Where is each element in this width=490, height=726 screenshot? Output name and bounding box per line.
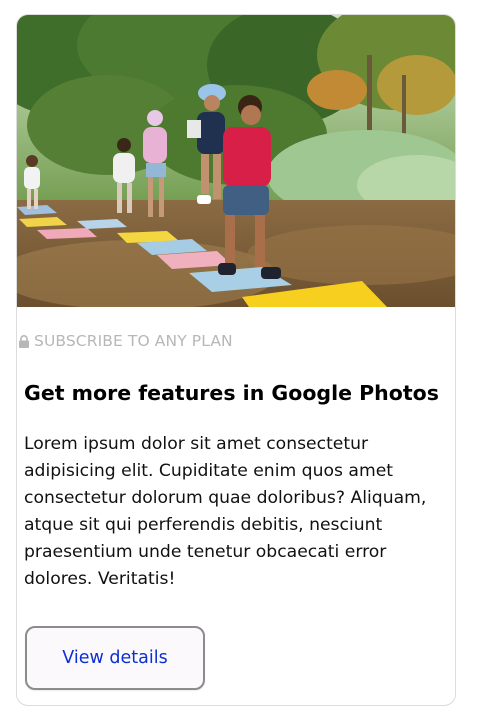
subscribe-eyebrow: SUBSCRIBE TO ANY PLAN: [18, 331, 233, 351]
hero-image-children-hopscotch: [17, 15, 455, 307]
card-description: Lorem ipsum dolor sit amet consectetur a…: [24, 434, 427, 589]
subscribe-eyebrow-label: SUBSCRIBE TO ANY PLAN: [34, 332, 233, 350]
lock-icon: [19, 334, 29, 348]
card-title: Get more features in Google Photos: [24, 381, 439, 405]
feature-card: SUBSCRIBE TO ANY PLAN Get more features …: [16, 14, 456, 706]
view-details-button[interactable]: View details: [25, 626, 205, 690]
